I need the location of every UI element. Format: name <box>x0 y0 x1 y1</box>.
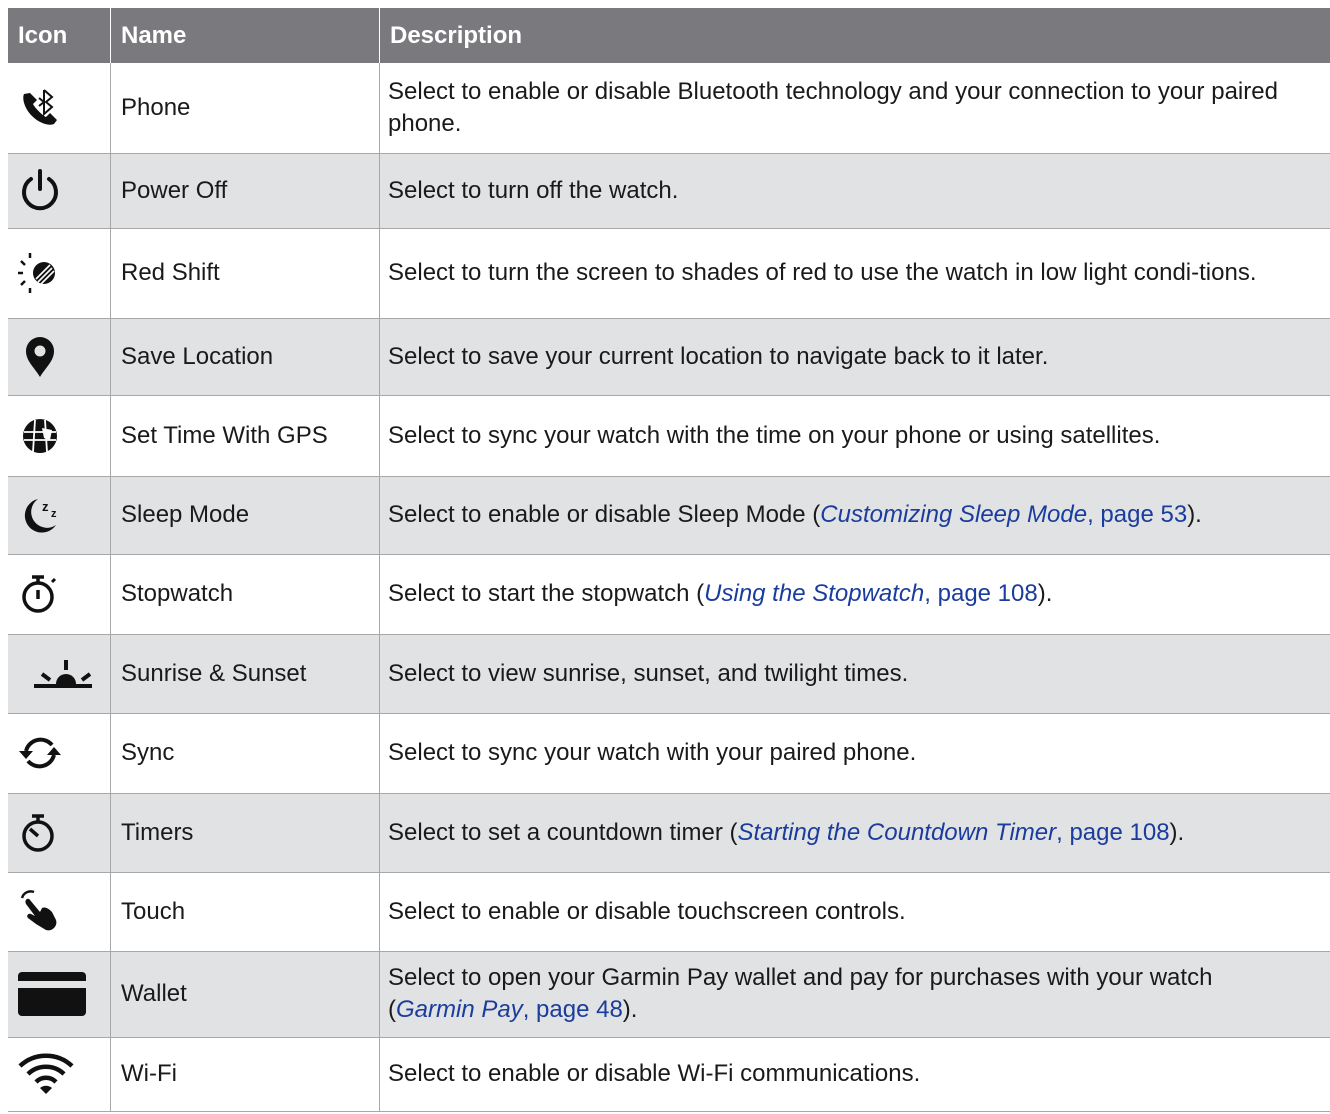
row-name: Sync <box>110 713 380 794</box>
wifi-icon <box>18 1053 74 1094</box>
row-description: Select to enable or disable Sleep Mode (… <box>379 476 1330 555</box>
cross-reference-link[interactable]: Garmin Pay, page 48 <box>396 996 623 1023</box>
sleep-moon-icon: z z <box>24 499 57 533</box>
row-name: Timers <box>110 793 380 873</box>
stopwatch-icon <box>22 575 57 613</box>
table-row: z z Sleep Mode Select to enable or disab… <box>8 476 1330 555</box>
svg-text:z: z <box>51 508 57 520</box>
row-name: Touch <box>110 872 380 952</box>
row-description: Select to enable or disable touchscreen … <box>379 872 1330 952</box>
header-name: Name <box>110 8 380 63</box>
table-row: Timers Select to set a countdown timer (… <box>8 793 1330 873</box>
controls-table: Icon Name Description Phone Select to en… <box>8 8 1330 1112</box>
row-description: Select to open your Garmin Pay wallet an… <box>379 951 1330 1038</box>
sunrise-icon <box>34 659 92 688</box>
table-row: Sync Select to sync your watch with your… <box>8 713 1330 794</box>
table-row: Red Shift Select to turn the screen to s… <box>8 228 1330 319</box>
row-description: Select to turn the screen to shades of r… <box>379 228 1330 319</box>
row-name: Set Time With GPS <box>110 395 380 477</box>
table-row: Touch Select to enable or disable touchs… <box>8 872 1330 952</box>
cross-reference-link[interactable]: Starting the Countdown Timer, page 108 <box>738 819 1170 846</box>
row-name: Wallet <box>110 951 380 1038</box>
phone-bluetooth-icon <box>23 88 57 125</box>
wallet-card-icon <box>18 972 86 1016</box>
table-row: Phone Select to enable or disable Blueto… <box>8 63 1330 154</box>
row-name: Stopwatch <box>110 554 380 635</box>
touch-hand-icon <box>20 889 57 930</box>
table-header: Icon Name Description <box>8 8 1330 63</box>
cross-reference-link[interactable]: Customizing Sleep Mode, page 53 <box>820 501 1187 528</box>
row-name: Save Location <box>110 318 380 396</box>
table-row: Power Off Select to turn off the watch. <box>8 153 1330 229</box>
cross-reference-link[interactable]: Using the Stopwatch, page 108 <box>704 580 1038 607</box>
header-description: Description <box>379 8 1330 63</box>
row-description: Select to enable or disable Wi-Fi commun… <box>379 1037 1330 1112</box>
table-row: Wallet Select to open your Garmin Pay wa… <box>8 951 1330 1038</box>
row-description: Select to turn off the watch. <box>379 153 1330 229</box>
row-description: Select to view sunrise, sunset, and twil… <box>379 634 1330 714</box>
header-icon: Icon <box>8 8 111 63</box>
table-row: Set Time With GPS Select to sync your wa… <box>8 395 1330 477</box>
location-pin-icon <box>26 336 54 377</box>
table-row: Save Location Select to save your curren… <box>8 318 1330 396</box>
row-name: Phone <box>110 63 380 154</box>
power-icon <box>22 168 58 210</box>
row-description: Select to sync your watch with the time … <box>379 395 1330 477</box>
row-description: Select to sync your watch with your pair… <box>379 713 1330 794</box>
row-name: Red Shift <box>110 228 380 319</box>
row-description: Select to set a countdown timer (Startin… <box>379 793 1330 873</box>
row-name: Wi-Fi <box>110 1037 380 1112</box>
row-description: Select to enable or disable Bluetooth te… <box>379 63 1330 154</box>
row-name: Sleep Mode <box>110 476 380 555</box>
row-name: Power Off <box>110 153 380 229</box>
timer-icon <box>22 813 54 852</box>
svg-text:z: z <box>42 499 49 514</box>
red-shift-icon <box>18 253 55 293</box>
row-name: Sunrise & Sunset <box>110 634 380 714</box>
row-description: Select to start the stopwatch (Using the… <box>379 554 1330 635</box>
table-row: Stopwatch Select to start the stopwatch … <box>8 554 1330 635</box>
table-row: Sunrise & Sunset Select to view sunrise,… <box>8 634 1330 714</box>
table-row: Wi-Fi Select to enable or disable Wi-Fi … <box>8 1037 1330 1112</box>
sync-icon <box>19 737 61 769</box>
globe-icon <box>23 418 57 453</box>
row-description: Select to save your current location to … <box>379 318 1330 396</box>
